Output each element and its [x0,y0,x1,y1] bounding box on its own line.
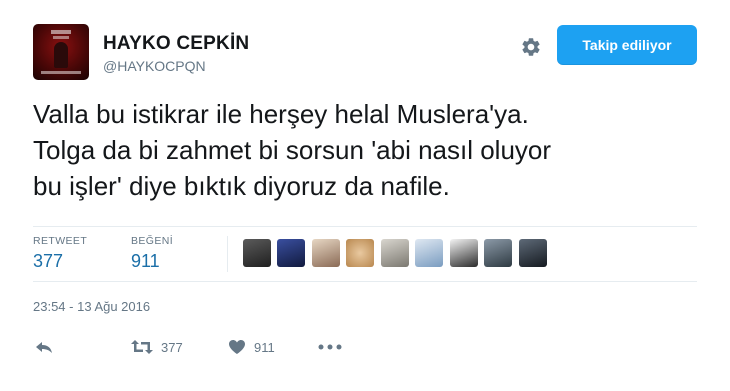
retweet-button[interactable]: 377 [131,336,183,358]
like-count[interactable]: 911 [131,251,160,272]
liker-avatar[interactable] [346,239,374,267]
reply-button[interactable] [35,336,53,358]
following-button[interactable]: Takip ediliyor [557,25,697,65]
liker-avatar[interactable] [484,239,512,267]
gear-icon[interactable] [520,36,542,58]
reply-icon [36,342,52,353]
liker-avatar[interactable] [415,239,443,267]
liker-avatar[interactable] [450,239,478,267]
tweet-text: Valla bu istikrar ile herşey helal Musle… [33,96,693,204]
tweet-line: bu işler' diye bıktık diyoruz da nafile. [33,171,450,201]
like-action-count: 911 [254,339,275,355]
more-button[interactable] [318,336,342,358]
stats-separator [227,236,228,272]
liker-avatar[interactable] [381,239,409,267]
author-handle[interactable]: @HAYKOCPQN [103,58,206,74]
like-label[interactable]: BEĞENİ [131,235,173,247]
retweet-label[interactable]: RETWEET [33,235,87,247]
retweet-icon [131,340,153,354]
liker-avatar[interactable] [277,239,305,267]
liker-avatar[interactable] [312,239,340,267]
author-name[interactable]: HAYKO CEPKİN [103,33,249,55]
retweet-count[interactable]: 377 [33,251,63,272]
divider [33,226,697,227]
more-icon [318,344,342,350]
tweet-timestamp[interactable]: 23:54 - 13 Ağu 2016 [33,299,150,314]
liker-avatar[interactable] [243,239,271,267]
divider [33,281,697,282]
liker-avatar[interactable] [519,239,547,267]
retweet-action-count: 377 [161,339,183,355]
tweet-line: Valla bu istikrar ile herşey helal Musle… [33,99,529,129]
profile-avatar[interactable] [33,24,89,80]
tweet-line: Tolga da bi zahmet bi sorsun 'abi nasıl … [33,135,552,165]
heart-icon [229,340,245,354]
like-button[interactable]: 911 [228,336,275,358]
